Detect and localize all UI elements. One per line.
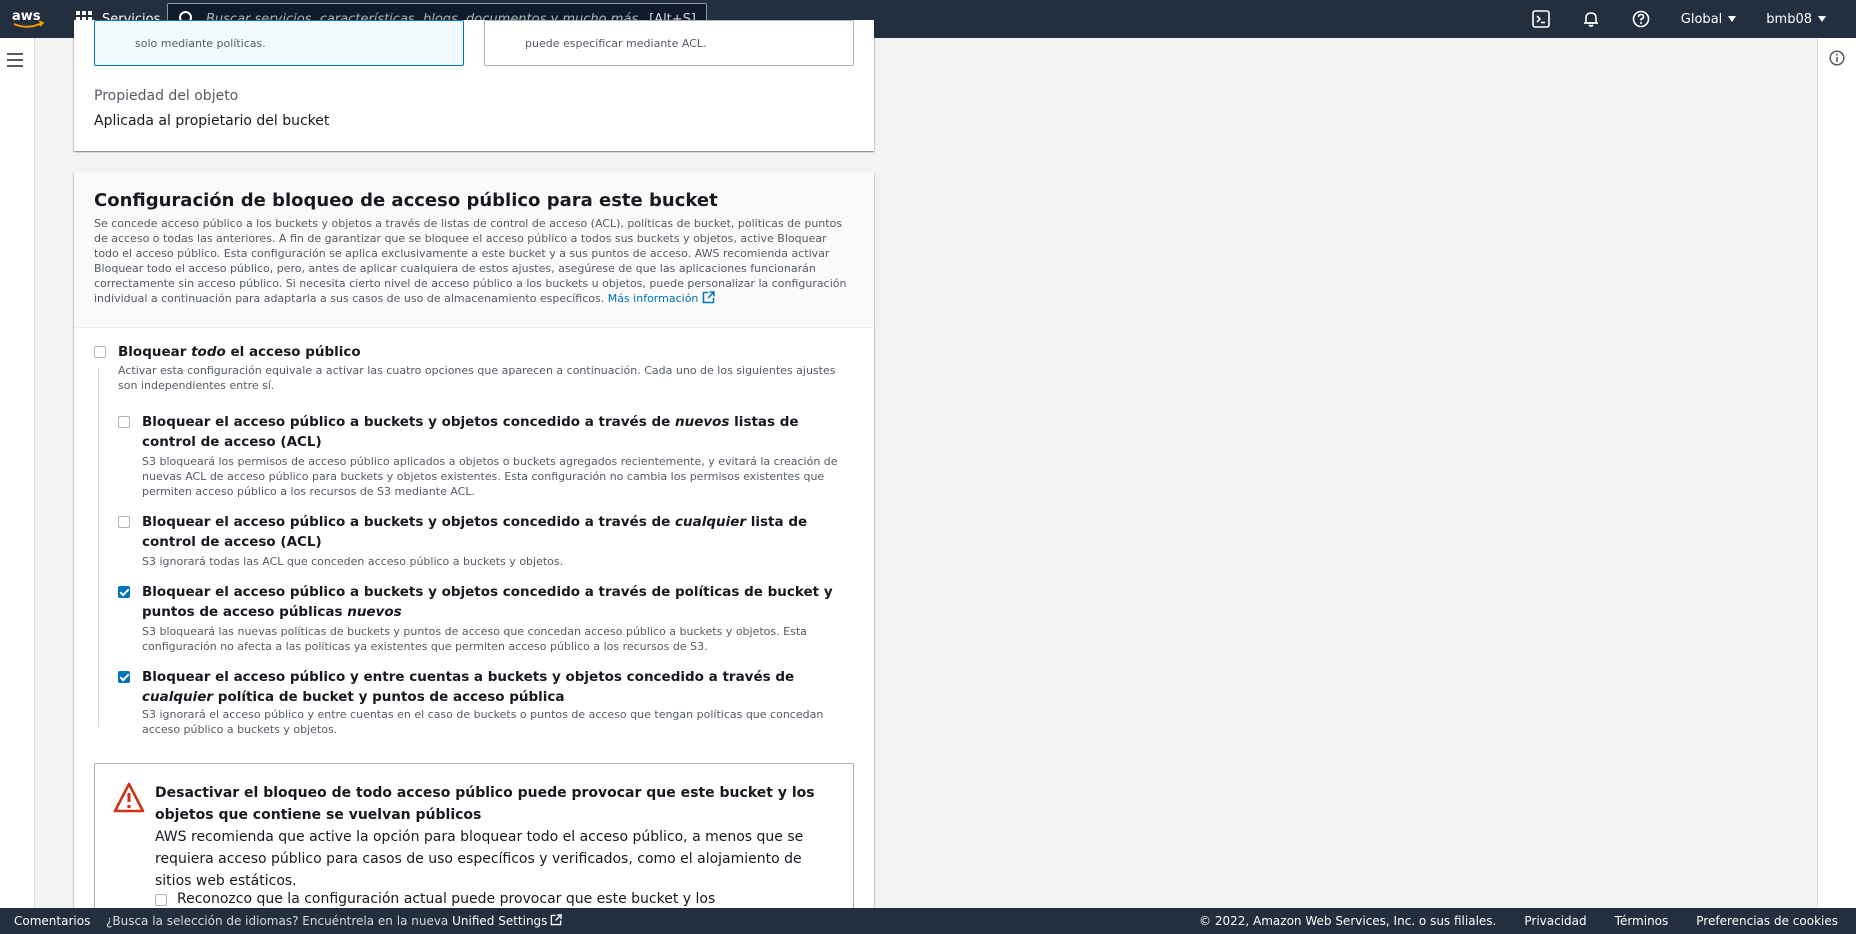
warning-alert: Desactivar el bloqueo de todo acceso púb… [94,763,854,912]
acknowledge-checkbox[interactable] [155,894,167,906]
caret-down-icon [1728,16,1737,22]
block-public-access-card: Configuración de bloqueo de acceso públi… [74,172,874,912]
block-all-checkbox[interactable] [94,346,106,358]
description-text: Se concede acceso público a los buckets … [94,217,847,305]
option-checkbox-any-acl[interactable] [118,516,130,528]
option-checkbox-any-policies[interactable] [118,671,130,683]
privacy-link[interactable]: Privacidad [1524,914,1586,928]
info-icon[interactable] [1829,50,1845,66]
option-title-any-policies: Bloquear el acceso público y entre cuent… [142,669,795,705]
user-label: bmb08 [1766,11,1812,27]
tree-connector [98,367,99,727]
cookie-preferences-link[interactable]: Preferencias de cookies [1696,914,1838,928]
help-icon[interactable] [1631,9,1651,29]
warning-triangle-icon [113,782,145,813]
card-description: Se concede acceso público a los buckets … [94,216,854,306]
svg-text:aws: aws [12,9,41,24]
tile-description: puede especificar mediante ACL. [525,37,707,50]
unified-settings-link[interactable]: Unified Settings [452,914,547,928]
caret-down-icon [1818,16,1826,22]
option-description-any-policies: S3 ignorará el acceso público y entre cu… [142,708,824,736]
option-title-new-acl: Bloquear el acceso público a buckets y o… [142,414,799,450]
cloudshell-icon[interactable] [1531,9,1551,29]
external-link-icon [551,914,563,926]
terms-link[interactable]: Términos [1615,914,1669,928]
option-checkbox-new-acl[interactable] [118,416,130,428]
side-navigation-rail [0,38,35,908]
option-description-new-policies: S3 bloqueará las nuevas políticas de buc… [142,625,807,653]
option-checkbox-new-policies[interactable] [118,586,130,598]
object-ownership-value: Aplicada al propietario del bucket [94,113,330,129]
footer: Comentarios ¿Busca la selección de idiom… [0,908,1856,934]
more-info-link[interactable]: Más información [607,291,716,305]
footer-links: © 2022, Amazon Web Services, Inc. o sus … [1199,914,1838,928]
user-menu[interactable]: bmb08 [1766,12,1826,27]
more-info-link-label: Más información [607,292,699,305]
tools-panel-rail [1817,38,1856,908]
object-ownership-label: Propiedad del objeto [94,88,239,104]
ownership-option-tile[interactable]: puede especificar mediante ACL. [484,20,854,66]
option-description-new-acl: S3 bloqueará los permisos de acceso públ… [142,455,838,498]
aws-logo-icon[interactable]: aws [12,7,46,31]
hamburger-menu-icon[interactable] [7,53,23,71]
tile-description: solo mediante políticas. [135,37,266,50]
region-label: Global [1680,11,1723,27]
feedback-link[interactable]: Comentarios [14,914,90,928]
object-ownership-card: solo mediante políticas. puede especific… [74,20,874,151]
nav-right-group: Global bmb08 [1531,0,1856,38]
ownership-option-tile-selected[interactable]: solo mediante políticas. [94,20,464,66]
acknowledge-label: Reconozco que la configuración actual pu… [177,891,716,907]
notifications-bell-icon[interactable] [1581,9,1601,29]
block-all-title: Bloquear todo el acceso público [118,344,361,360]
card-header: Configuración de bloqueo de acceso públi… [74,172,874,328]
region-selector[interactable]: Global [1680,11,1737,27]
option-description-any-acl: S3 ignorará todas las ACL que conceden a… [142,555,564,568]
warning-title: Desactivar el bloqueo de todo acceso púb… [155,785,815,823]
option-title-any-acl: Bloquear el acceso público a buckets y o… [142,514,808,550]
warning-text: AWS recomienda que active la opción para… [155,829,804,889]
language-notice: ¿Busca la selección de idiomas? Encuéntr… [106,914,563,928]
external-link-icon [703,291,716,304]
card-title: Configuración de bloqueo de acceso públi… [94,190,718,211]
block-all-description: Activar esta configuración equivale a ac… [118,364,836,392]
option-title-new-policies: Bloquear el acceso público a buckets y o… [142,584,833,620]
copyright-text: © 2022, Amazon Web Services, Inc. o sus … [1199,914,1497,928]
